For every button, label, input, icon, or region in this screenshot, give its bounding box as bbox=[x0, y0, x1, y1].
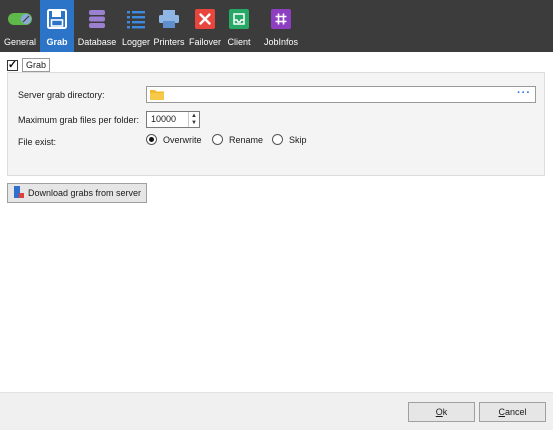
toolbar-item-printers[interactable]: Printers bbox=[152, 0, 186, 52]
printer-icon bbox=[157, 7, 181, 31]
database-icon bbox=[85, 7, 109, 31]
server-dir-label: Server grab directory: bbox=[18, 90, 105, 100]
floppy-disk-icon bbox=[45, 7, 69, 31]
radio-button[interactable] bbox=[212, 134, 223, 145]
radio-skip[interactable]: Skip bbox=[272, 134, 307, 145]
radio-rename[interactable]: Rename bbox=[212, 134, 263, 145]
grab-checkbox[interactable]: ✓ bbox=[7, 59, 18, 71]
grab-checkbox-label: Grab bbox=[22, 58, 51, 72]
toggle-icon bbox=[8, 7, 32, 31]
max-files-stepper[interactable]: 10000 ▲ ▼ bbox=[146, 111, 200, 128]
server-dir-field[interactable]: ··· bbox=[146, 86, 536, 103]
max-files-label: Maximum grab files per folder: bbox=[18, 115, 140, 125]
settings-toolbar: General Grab Database Logger Printers Fa… bbox=[0, 0, 553, 52]
toolbar-item-grab[interactable]: Grab bbox=[40, 0, 74, 52]
dialog-footer: Ok Cancel bbox=[0, 392, 553, 430]
list-icon bbox=[124, 7, 148, 31]
inbox-icon bbox=[227, 7, 251, 31]
cancel-label: ancel bbox=[504, 407, 527, 417]
toolbar-label: Printers bbox=[153, 37, 185, 47]
grab-enable-row[interactable]: ✓ Grab bbox=[7, 58, 51, 72]
download-grabs-button[interactable]: Download grabs from server bbox=[7, 183, 147, 203]
stepper-up-icon[interactable]: ▲ bbox=[189, 112, 199, 120]
toolbar-item-logger[interactable]: Logger bbox=[120, 0, 152, 52]
stepper-down-icon[interactable]: ▼ bbox=[189, 120, 199, 128]
ok-mnemonic: O bbox=[435, 407, 443, 417]
toolbar-label: Grab bbox=[46, 37, 68, 47]
radio-label: Overwrite bbox=[163, 134, 202, 145]
radio-label: Rename bbox=[229, 134, 264, 145]
folder-icon bbox=[150, 89, 164, 102]
toolbar-label: Logger bbox=[121, 37, 151, 47]
toolbar-label: JobInfos bbox=[263, 37, 299, 47]
toolbar-item-failover[interactable]: Failover bbox=[186, 0, 224, 52]
radio-button[interactable] bbox=[272, 134, 283, 145]
download-icon bbox=[14, 186, 24, 200]
close-icon bbox=[193, 7, 217, 31]
cancel-button[interactable]: Cancel bbox=[479, 402, 546, 422]
toolbar-item-jobinfos[interactable]: JobInfos bbox=[260, 0, 302, 52]
toolbar-item-database[interactable]: Database bbox=[74, 0, 120, 52]
toolbar-item-client[interactable]: Client bbox=[224, 0, 254, 52]
grab-settings-panel: Server grab directory: ··· Maximum grab … bbox=[7, 72, 545, 176]
radio-label: Skip bbox=[289, 134, 307, 145]
hash-icon bbox=[269, 7, 293, 31]
ok-button[interactable]: Ok bbox=[408, 402, 475, 422]
file-exist-label: File exist: bbox=[18, 137, 57, 147]
download-button-label: Download grabs from server bbox=[28, 188, 142, 198]
toolbar-label: Failover bbox=[188, 37, 221, 47]
toolbar-item-general[interactable]: General bbox=[0, 0, 40, 52]
radio-button[interactable] bbox=[146, 134, 157, 145]
stepper-arrows: ▲ ▼ bbox=[188, 112, 199, 127]
toolbar-label: General bbox=[3, 37, 37, 47]
ok-label: k bbox=[442, 407, 448, 417]
browse-button[interactable]: ··· bbox=[517, 87, 531, 99]
radio-overwrite[interactable]: Overwrite bbox=[146, 134, 202, 145]
max-files-value[interactable]: 10000 bbox=[147, 112, 188, 127]
toolbar-label: Database bbox=[77, 37, 117, 47]
toolbar-label: Client bbox=[227, 37, 251, 47]
